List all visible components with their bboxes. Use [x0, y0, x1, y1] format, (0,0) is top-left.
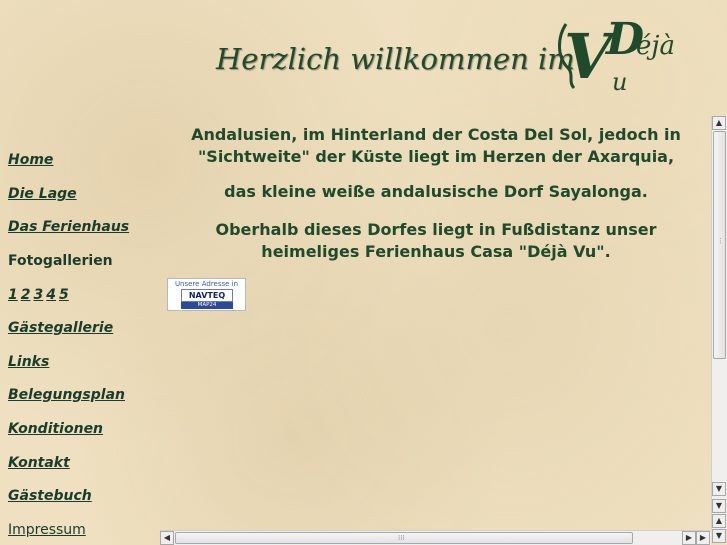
- gallery-link-5[interactable]: 5: [59, 287, 69, 303]
- content-vertical-scrollbar[interactable]: ▲ ⋮⋮ ▼: [711, 116, 727, 529]
- sidebar-item-kontakt[interactable]: Kontakt: [8, 455, 70, 471]
- page-title: Herzlich willkommen im: [216, 42, 575, 76]
- grip-icon: ⁞⁞⁞: [398, 534, 405, 542]
- header: Herzlich willkommen im V D éjà u: [0, 0, 727, 110]
- sidebar-item-links[interactable]: Links: [8, 354, 49, 370]
- intro-line-2: "Sichtweite" der Küste liegt im Herzen d…: [197, 147, 675, 166]
- content-frame: Andalusien, im Hinterland der Costa Del …: [160, 112, 712, 528]
- page-scroll-down-icon-2[interactable]: ▼: [712, 529, 726, 543]
- intro-line-1: Andalusien, im Hinterland der Costa Del …: [191, 125, 681, 144]
- grip-icon: ⋮⋮: [717, 237, 727, 245]
- gallery-link-3[interactable]: 3: [34, 287, 44, 303]
- sidebar-item-gaestebuch[interactable]: Gästebuch: [8, 488, 92, 504]
- logo-letter-u: u: [612, 68, 627, 96]
- page-scroll-up-icon[interactable]: ▲: [712, 514, 726, 528]
- map24-address-badge[interactable]: Unsere Adresse in NAVTEQ MAP24: [167, 278, 246, 311]
- sidebar-heading-fotogallerien: Fotogallerien: [8, 253, 113, 269]
- page-vertical-scrollbar[interactable]: ▼ ▲ ▼: [711, 497, 727, 545]
- sidebar-item-belegungsplan[interactable]: Belegungsplan: [8, 387, 125, 403]
- deja-vu-logo: V D éjà u: [558, 14, 675, 96]
- sidebar-item-das-ferienhaus[interactable]: Das Ferienhaus: [8, 219, 129, 235]
- scroll-up-icon[interactable]: ▲: [712, 116, 726, 130]
- sidebar-item-gaestegallerie[interactable]: Gästegallerie: [8, 320, 113, 336]
- page-scroll-down-icon[interactable]: ▼: [712, 499, 726, 513]
- horizontal-scroll-thumb[interactable]: ⁞⁞⁞: [175, 532, 633, 544]
- navteq-logo: NAVTEQ: [181, 289, 233, 302]
- gallery-link-2[interactable]: 2: [21, 287, 31, 303]
- gallery-number-links: 12345: [8, 287, 72, 303]
- house-line-1: Oberhalb dieses Dorfes liegt in Fußdista…: [215, 220, 657, 239]
- sidebar-item-konditionen[interactable]: Konditionen: [8, 421, 103, 437]
- house-line-2: heimeliges Ferienhaus Casa "Déjà Vu".: [261, 242, 611, 261]
- logo-suffix: éjà: [636, 31, 675, 61]
- sidebar-item-home[interactable]: Home: [8, 152, 53, 168]
- scroll-down-icon[interactable]: ▼: [712, 482, 726, 496]
- scroll-right-end-icon[interactable]: ▶: [696, 531, 710, 545]
- scroll-left-icon[interactable]: ◀: [160, 531, 174, 545]
- gallery-link-1[interactable]: 1: [8, 287, 18, 303]
- sidebar-item-impressum[interactable]: Impressum: [8, 522, 86, 538]
- content-horizontal-scrollbar[interactable]: ◀ ⁞⁞⁞ ▶ ▶: [160, 530, 711, 545]
- gallery-link-4[interactable]: 4: [46, 287, 56, 303]
- map-badge-caption: Unsere Adresse in: [174, 280, 239, 288]
- village-line: das kleine weiße andalusische Dorf Sayal…: [224, 182, 648, 201]
- map24-logo: MAP24: [181, 302, 233, 309]
- vertical-scroll-thumb[interactable]: ⋮⋮: [713, 131, 727, 359]
- sidebar-item-die-lage[interactable]: Die Lage: [8, 186, 77, 202]
- scroll-right-icon[interactable]: ▶: [682, 531, 696, 545]
